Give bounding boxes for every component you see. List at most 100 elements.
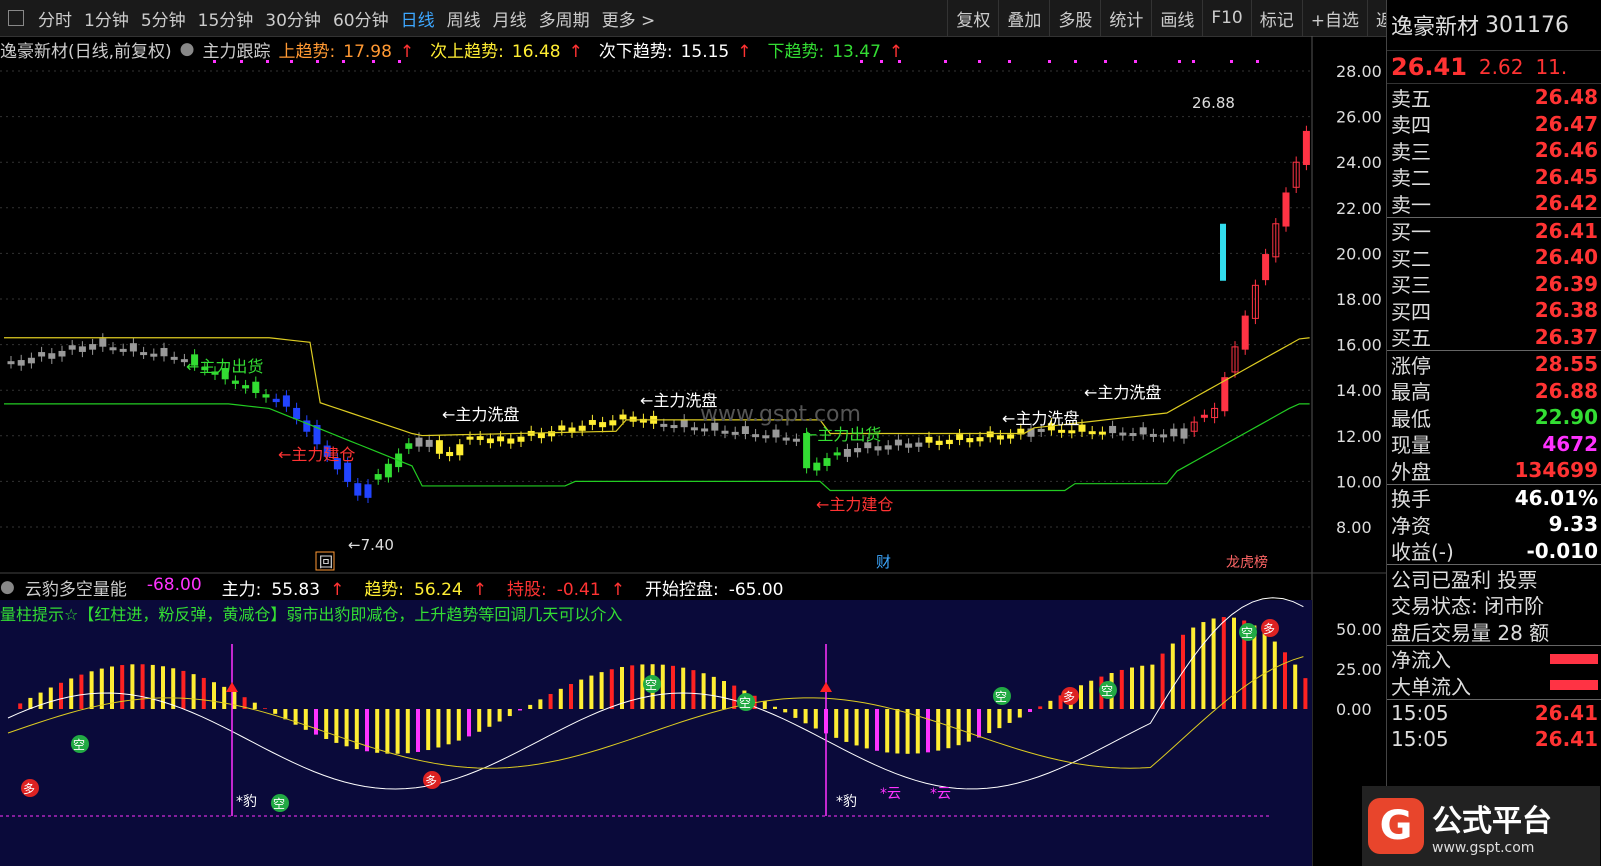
toolbar-button-2[interactable]: 多股 (1049, 0, 1100, 36)
signal-dot (1192, 60, 1195, 63)
candle-body (374, 474, 382, 480)
price-pct: 11. (1535, 55, 1568, 79)
candle-body (129, 343, 137, 352)
toolbar-buttons: 复权叠加多股统计画线F10标记+自选返回 (947, 0, 1418, 36)
candle-body (772, 429, 780, 438)
stat-row-label: 涨停 (1391, 353, 1431, 378)
candle-body (170, 356, 178, 360)
candle-body (1282, 192, 1290, 227)
candle-body (517, 436, 525, 442)
stat-row-value: 26.88 (1534, 378, 1598, 403)
signal-dot (213, 60, 216, 63)
logo-mark-icon: G (1368, 798, 1424, 854)
candle-body (252, 381, 260, 393)
bid-row-value: 26.41 (1534, 218, 1598, 243)
toolbar-button-0[interactable]: 复权 (947, 0, 998, 36)
period-toolbar: 分时 1分钟 5分钟 15分钟 30分钟 60分钟 日线 周线 月线 多周期 更多 > 复权 叠加 多股… (0, 0, 1418, 37)
volume-bar (660, 664, 665, 709)
period-tab-1[interactable]: 1分钟 (78, 6, 135, 31)
volume-bar (477, 709, 482, 732)
volume-bar (518, 709, 522, 711)
toolbar-button-5[interactable]: F10 (1202, 0, 1250, 36)
candle-body (38, 352, 46, 357)
period-tab-5[interactable]: 60分钟 (327, 6, 395, 31)
period-tab-2[interactable]: 5分钟 (135, 6, 192, 31)
toolbar-button-3[interactable]: 统计 (1100, 0, 1151, 36)
candle-body (660, 423, 668, 427)
period-tab-4[interactable]: 30分钟 (259, 6, 327, 31)
candle-body (915, 442, 923, 447)
signal-dot (1008, 60, 1011, 63)
kong-badge-text: 空 (645, 678, 657, 692)
candle-body (1241, 315, 1249, 350)
signal-dot (1048, 60, 1051, 63)
period-tab-9[interactable]: 多周期 (533, 6, 596, 31)
candle-body (1149, 433, 1157, 437)
signal-dot (1104, 60, 1107, 63)
marker-cai: 财 (876, 553, 891, 571)
ask-list: 卖五 26.48 卖四 26.47 卖三 26.46 卖二 26.45 卖一 26.42 (1387, 84, 1601, 218)
period-tab-0[interactable]: 分时 (32, 6, 78, 31)
period-tab-3[interactable]: 15分钟 (192, 6, 260, 31)
sub-indicator-icon[interactable]: ● (0, 577, 15, 597)
toolbar-button-7[interactable]: +自选 (1301, 0, 1367, 36)
stat-row-label: 外盘 (1391, 459, 1431, 484)
tick-row: 15:05 26.41 (1387, 726, 1601, 753)
candle-body (262, 394, 270, 398)
volume-bar (507, 709, 512, 717)
volume-bar (1283, 652, 1287, 709)
bid-list: 买一 26.41 买二 26.40 买三 26.39 买四 26.38 买五 26.37 (1387, 218, 1601, 351)
signal-dot (372, 60, 375, 63)
candle-body (354, 483, 362, 496)
candle-body (1007, 434, 1015, 439)
bao-label: *豹 (236, 794, 257, 810)
candle-body (1221, 377, 1229, 412)
volume-bar (150, 664, 155, 709)
price-chart[interactable]: 28.00 26.00 24.00 22.00 20.00 18.00 16.00 14.00… (0, 36, 1386, 866)
volume-bar (1191, 627, 1196, 709)
period-tab-8[interactable]: 月线 (487, 6, 533, 31)
volume-bar (59, 682, 63, 709)
period-tab-7[interactable]: 周线 (441, 6, 487, 31)
ask-row-value: 26.47 (1534, 111, 1598, 136)
sub-number: 55.83 (271, 579, 321, 600)
candle-body (507, 438, 515, 444)
candle-body (415, 437, 423, 447)
signal-dot (290, 60, 293, 63)
volume-bar (171, 668, 176, 709)
candle-body (456, 444, 464, 456)
volume-bar (579, 679, 584, 709)
volume-bar (966, 709, 971, 742)
period-tab-10[interactable]: 更多 > (596, 6, 662, 31)
y-tick-label: 26.00 (1336, 108, 1382, 127)
info-row: 盘后交易量 28 额 (1391, 620, 1550, 645)
signal-dot (1074, 60, 1077, 63)
toolbar-button-4[interactable]: 画线 (1151, 0, 1202, 36)
yun-label: *云 (930, 786, 951, 802)
sub-chart-title[interactable]: 云豹多空量能 (25, 575, 127, 600)
stat-row-value: 28.55 (1534, 352, 1598, 377)
y-tick-label: 12.00 (1336, 427, 1382, 446)
toolbar-button-6[interactable]: 标记 (1250, 0, 1302, 36)
signal-dot (898, 60, 901, 63)
window-menu-icon[interactable] (8, 10, 24, 26)
candle-body (1220, 223, 1226, 281)
volume-bar (997, 709, 1002, 729)
toolbar-button-1[interactable]: 叠加 (998, 0, 1049, 36)
volume-bar (334, 709, 339, 743)
volume-bar (79, 674, 84, 709)
sub-value-4: 开始控盘: -65.00 (645, 575, 794, 600)
candle-body (843, 448, 851, 457)
signal-dot (342, 60, 345, 63)
period-tab-6[interactable]: 日线 (395, 6, 441, 31)
volume-bar (1028, 709, 1032, 712)
volume-bar (436, 709, 441, 748)
volume-bar (1130, 667, 1134, 709)
candle-body (486, 438, 494, 444)
candle-body (466, 436, 474, 440)
bid-row-label: 买四 (1391, 299, 1431, 324)
candle-body (894, 439, 902, 446)
candle-body (741, 426, 749, 435)
candle-body (48, 353, 56, 359)
stock-code: 301176 (1485, 12, 1569, 38)
